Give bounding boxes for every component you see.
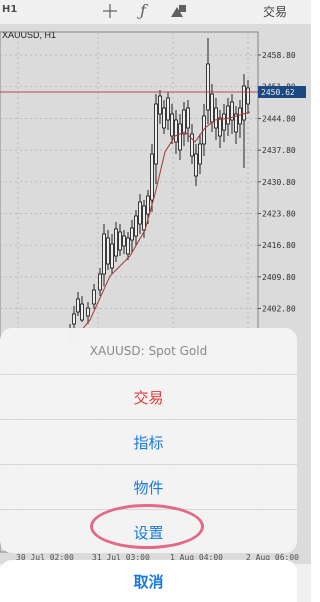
candle-body bbox=[238, 107, 242, 125]
price-axis-label: 2402.80 bbox=[262, 305, 296, 314]
objects-button[interactable]: 物件 bbox=[0, 465, 297, 510]
candle-body bbox=[242, 85, 246, 121]
candle-body bbox=[102, 233, 106, 275]
candle-body bbox=[80, 303, 84, 321]
candle-body bbox=[98, 273, 102, 291]
candle-body bbox=[246, 87, 250, 105]
action-sheet: XAUUSD: Spot Gold 交易 指标 物件 设置 bbox=[0, 328, 297, 553]
candle-body bbox=[106, 237, 110, 265]
candle-body bbox=[198, 143, 202, 165]
candle-body bbox=[182, 109, 186, 135]
candle-body bbox=[72, 313, 76, 325]
candle-body bbox=[186, 107, 190, 129]
candle-body bbox=[118, 231, 122, 251]
candle-body bbox=[134, 215, 138, 237]
moving-average-line bbox=[69, 111, 251, 345]
candle-body bbox=[138, 201, 142, 225]
candle-body bbox=[76, 298, 80, 313]
crosshair-icon[interactable] bbox=[102, 3, 118, 22]
trade-tab[interactable]: 交易 bbox=[263, 3, 287, 20]
timeframe-label[interactable]: H1 bbox=[2, 4, 17, 15]
candle-body bbox=[110, 243, 114, 269]
candle-body bbox=[150, 153, 154, 201]
candle-body bbox=[130, 227, 134, 241]
shapes-icon[interactable] bbox=[170, 3, 188, 22]
candle-body bbox=[194, 153, 198, 177]
price-axis-label: 2437.80 bbox=[262, 146, 296, 155]
candle-body bbox=[162, 107, 166, 129]
price-axis-label: 2430.80 bbox=[262, 178, 296, 187]
price-axis-label: 2444.80 bbox=[262, 114, 296, 123]
candle-body bbox=[142, 205, 146, 231]
candle-body bbox=[210, 93, 214, 123]
candle-body bbox=[146, 195, 150, 215]
candle-body bbox=[86, 307, 90, 317]
indicators-button[interactable]: 指标 bbox=[0, 420, 297, 465]
cancel-button[interactable]: 取消 bbox=[0, 560, 297, 602]
candle-body bbox=[158, 95, 162, 115]
candle-body bbox=[214, 107, 218, 129]
candle-body bbox=[206, 63, 210, 111]
chart-toolbar: H1 ƒ 交易 bbox=[0, 0, 311, 24]
price-axis-label: 2416.80 bbox=[262, 241, 296, 250]
candle-body bbox=[218, 117, 222, 137]
candle-body bbox=[92, 289, 96, 305]
trade-button[interactable]: 交易 bbox=[0, 375, 297, 420]
action-sheet-title: XAUUSD: Spot Gold bbox=[0, 328, 297, 375]
candle-body bbox=[222, 113, 226, 131]
function-icon[interactable]: ƒ bbox=[140, 3, 146, 19]
candle-body bbox=[126, 237, 130, 255]
current-price-value: 2450.62 bbox=[261, 88, 295, 97]
candle-body bbox=[114, 228, 118, 257]
price-axis-label: 2423.80 bbox=[262, 210, 296, 219]
candle-body bbox=[122, 235, 126, 247]
candle-body bbox=[174, 119, 178, 143]
price-axis-label: 2409.80 bbox=[262, 273, 296, 282]
candle-body bbox=[226, 105, 230, 125]
price-axis-label: 2458.80 bbox=[262, 51, 296, 60]
candle-body bbox=[170, 113, 174, 137]
candle-body bbox=[166, 97, 170, 121]
candle-body bbox=[178, 123, 182, 151]
chart-symbol-label: XAUUSD, H1 bbox=[2, 30, 56, 40]
candle-body bbox=[154, 103, 158, 165]
settings-button[interactable]: 设置 bbox=[0, 510, 297, 553]
